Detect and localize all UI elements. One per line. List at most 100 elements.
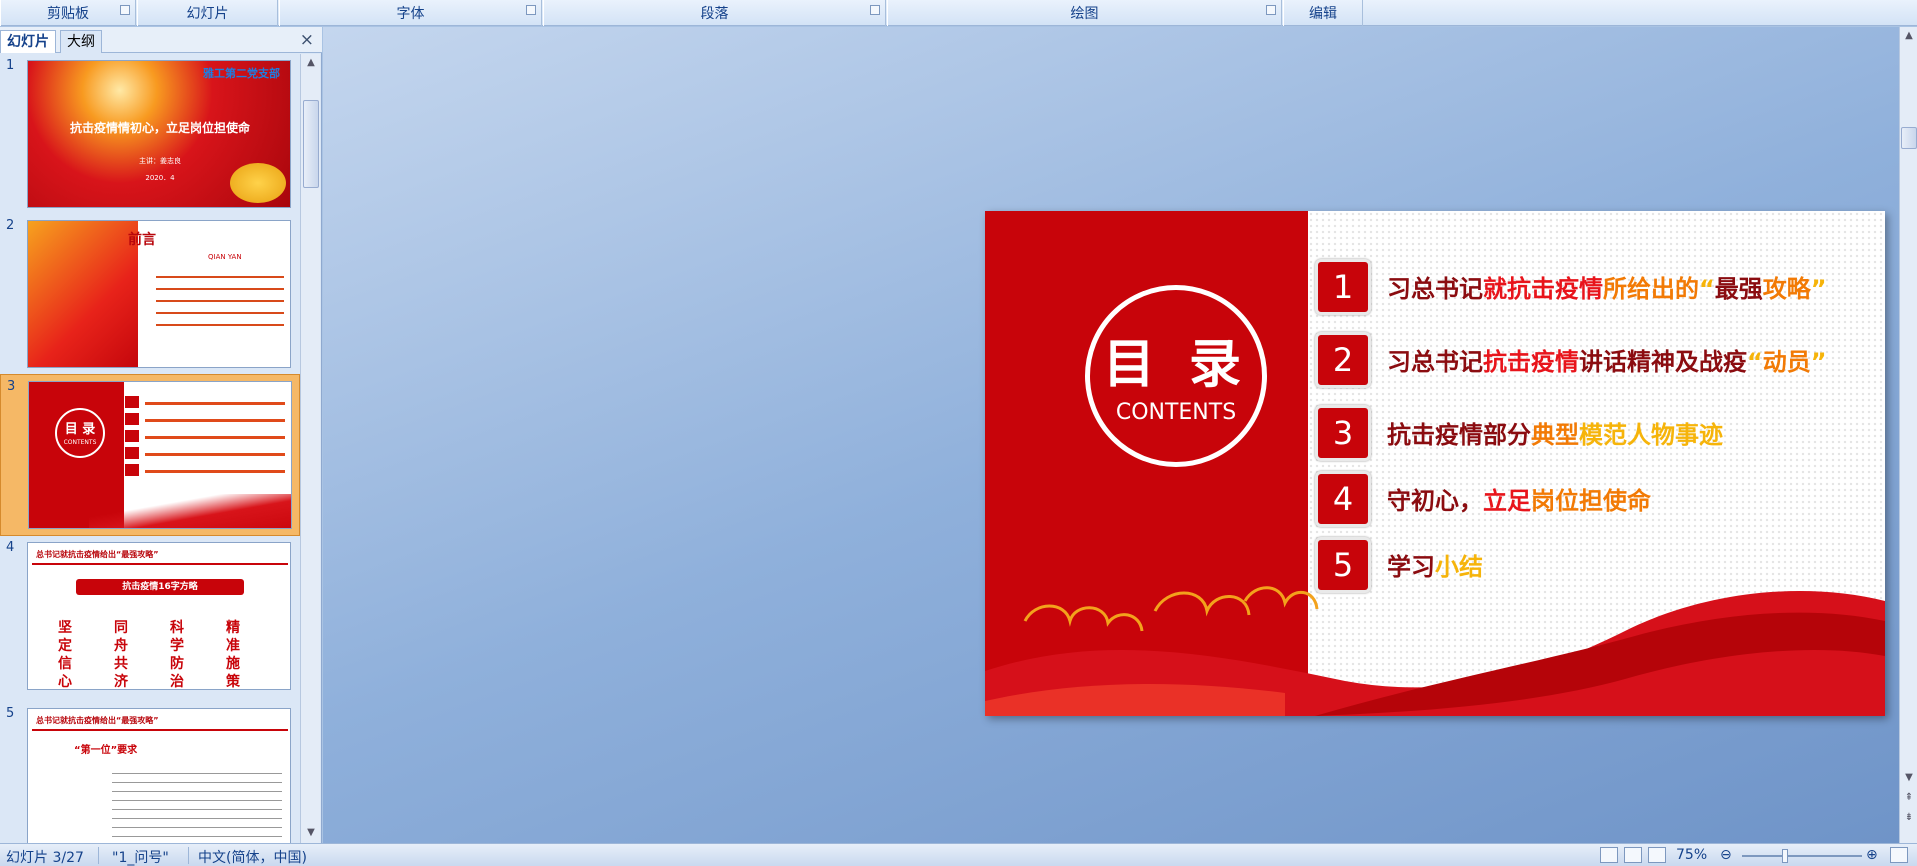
ribbon-group-label: 幻灯片 [186, 6, 229, 22]
item-text-segment: ” [1810, 275, 1827, 303]
slideshow-icon[interactable] [1648, 847, 1666, 863]
thumb-divider [32, 563, 288, 565]
scroll-thumb[interactable] [303, 100, 319, 188]
fit-to-window-icon[interactable] [1890, 847, 1908, 863]
dialog-launcher-icon[interactable] [1266, 5, 1276, 15]
divider [98, 847, 99, 864]
contents-item[interactable]: 4 守初心，立足岗位担使命 [1315, 471, 1875, 527]
thumb-circle: 目 录 CONTENTS [55, 408, 105, 458]
ribbon-group-editing[interactable]: 编辑 [1283, 0, 1363, 26]
contents-subtitle[interactable]: CONTENTS [1090, 400, 1262, 425]
item-text-segment: 典型 [1531, 421, 1579, 449]
thumb-title-text: 总书记就抗击疫情给出“最强攻略” [36, 716, 159, 725]
slide-thumbnail-row-selected[interactable]: 3 目 录 CONTENTS [0, 374, 300, 536]
dialog-launcher-icon[interactable] [870, 5, 880, 15]
close-icon[interactable]: × [300, 31, 314, 49]
thumbnail-scrollbar[interactable]: ▲ ▼ [300, 54, 320, 843]
ribbon-group-label: 剪贴板 [47, 6, 89, 22]
scroll-down-icon[interactable]: ▼ [303, 826, 319, 840]
item-text-segment: 学习 [1387, 553, 1435, 581]
ribbon-group-label: 字体 [396, 6, 425, 22]
main-scrollbar[interactable]: ▲ ▼ ⇞ ⇟ [1899, 27, 1917, 843]
slide-thumbnail[interactable]: 雅工第二党支部 抗击疫情情初心，立足岗位担使命 主讲：姜志良 2020．4 [27, 60, 291, 208]
ribbon-group-slides[interactable]: 幻灯片 [137, 0, 278, 26]
contents-item[interactable]: 2 习总书记抗击疫情讲话精神及战疫“动员” [1315, 332, 1875, 388]
item-number-box: 4 [1315, 471, 1371, 527]
slide-thumbnail-row[interactable]: 4 总书记就抗击疫情给出“最强攻略” 抗击疫情16字方略 坚定信心 同舟共济 科… [0, 536, 300, 696]
thumb-title-text: 总书记就抗击疫情给出“最强攻略” [36, 550, 159, 559]
slide-thumbnail[interactable]: 总书记就抗击疫情给出“最强攻略” “第一位”要求 [27, 708, 291, 843]
thumb-banner: 抗击疫情16字方略 [76, 579, 244, 595]
tab-outline[interactable]: 大纲 [60, 30, 102, 53]
zoom-slider-thumb[interactable] [1782, 849, 1788, 863]
item-number-box: 2 [1315, 332, 1371, 388]
normal-view-icon[interactable] [1600, 847, 1618, 863]
dialog-launcher-icon[interactable] [120, 5, 130, 15]
zoom-slider[interactable] [1742, 855, 1862, 857]
thumb-word: 精准施策 [226, 620, 240, 690]
item-text-segment: 动员 [1762, 348, 1811, 376]
zoom-in-icon[interactable]: ⊕ [1866, 847, 1878, 863]
slide-number: 2 [6, 218, 15, 233]
thumb-subtitle-text: QIAN YAN [208, 253, 242, 261]
thumb-body-text-lines [112, 769, 282, 843]
next-slide-icon[interactable]: ⇟ [1901, 811, 1917, 825]
thumb-word: 同舟共济 [114, 620, 128, 690]
thumb-word: 坚定信心 [58, 620, 72, 690]
zoom-out-icon[interactable]: ⊖ [1720, 847, 1732, 863]
slide-thumbnail-row[interactable]: 1 雅工第二党支部 抗击疫情情初心，立足岗位担使命 主讲：姜志良 2020．4 [0, 54, 300, 214]
contents-item[interactable]: 1 习总书记就抗击疫情所给出的“最强攻略” [1315, 259, 1875, 315]
ribbon-group-label: 绘图 [1070, 6, 1099, 22]
slide-sorter-icon[interactable] [1624, 847, 1642, 863]
item-number-box: 3 [1315, 405, 1371, 461]
ribbon-group-bar: 剪贴板 幻灯片 字体 段落 绘图 编辑 [0, 0, 1917, 26]
item-text: 守初心，立足岗位担使命 [1387, 481, 1651, 516]
slide-number: 5 [6, 706, 15, 721]
item-text-segment: 抗击 [1483, 348, 1531, 376]
item-text-segment: 讲话精神及战疫 [1579, 348, 1747, 376]
item-number-box: 5 [1315, 537, 1371, 593]
scroll-up-icon[interactable]: ▲ [303, 56, 319, 70]
slide-thumbnail[interactable]: 总书记就抗击疫情给出“最强攻略” 抗击疫情16字方略 坚定信心 同舟共济 科学防… [27, 542, 291, 690]
zoom-level[interactable]: 75% [1676, 847, 1707, 863]
item-number-box: 1 [1315, 259, 1371, 315]
slide-thumbnail[interactable]: 目 录 CONTENTS [28, 381, 292, 529]
item-text: 学习小结 [1387, 547, 1483, 582]
language-indicator[interactable]: 中文(简体，中国) [198, 847, 307, 866]
item-text-segment: 岗位担使命 [1531, 487, 1651, 515]
slide-thumbnail-row[interactable]: 2 前言 QIAN YAN [0, 214, 300, 374]
item-text-segment: 就 [1483, 275, 1507, 303]
current-slide[interactable]: 目 录 CONTENTS 1 习总书记就抗击疫情所给出的“最强攻略” 2 习总书… [985, 211, 1885, 716]
tab-slides[interactable]: 幻灯片 [0, 30, 56, 53]
ribbon-group-clipboard[interactable]: 剪贴板 [0, 0, 136, 26]
ribbon-group-paragraph[interactable]: 段落 [543, 0, 886, 26]
thumb-body-text-lines [156, 271, 284, 329]
slide-thumbnail-row[interactable]: 5 总书记就抗击疫情给出“最强攻略” “第一位”要求 [0, 702, 300, 843]
item-text-segment: 抗击疫情 [1507, 275, 1603, 303]
ribbon-group-label: 编辑 [1309, 6, 1337, 22]
scroll-thumb[interactable] [1901, 127, 1917, 149]
thumb-title-text: 前言 [128, 232, 156, 248]
scroll-down-icon[interactable]: ▼ [1901, 771, 1917, 785]
slide-thumbnail[interactable]: 前言 QIAN YAN [27, 220, 291, 368]
ribbon-group-drawing[interactable]: 绘图 [887, 0, 1282, 26]
item-text-segment: 抗击疫情部分 [1387, 421, 1531, 449]
item-text: 习总书记抗击疫情讲话精神及战疫“动员” [1387, 342, 1827, 377]
thumb-title-text: 目 录 [64, 422, 96, 437]
scroll-up-icon[interactable]: ▲ [1901, 29, 1917, 43]
item-text-segment: 最强 [1714, 275, 1763, 303]
previous-slide-icon[interactable]: ⇞ [1901, 791, 1917, 805]
item-text-segment: 攻略 [1762, 275, 1811, 303]
item-text-segment: “ [1747, 348, 1763, 376]
slide-number: 1 [6, 58, 15, 73]
contents-item[interactable]: 3 抗击疫情部分典型模范人物事迹 [1315, 405, 1875, 461]
item-text-segment: 立足 [1483, 487, 1531, 515]
dialog-launcher-icon[interactable] [526, 5, 536, 15]
ribbon-group-font[interactable]: 字体 [279, 0, 542, 26]
contents-title[interactable]: 目 录 [1090, 322, 1262, 397]
slides-panel: 幻灯片 大纲 × 1 雅工第二党支部 抗击疫情情初心，立足岗位担使命 主讲：姜志… [0, 27, 322, 843]
ribbon-group-label: 段落 [700, 6, 729, 22]
thumb-number-boxes [125, 396, 139, 478]
contents-item[interactable]: 5 学习小结 [1315, 537, 1875, 593]
item-text-segment: 习总书记 [1387, 275, 1483, 303]
